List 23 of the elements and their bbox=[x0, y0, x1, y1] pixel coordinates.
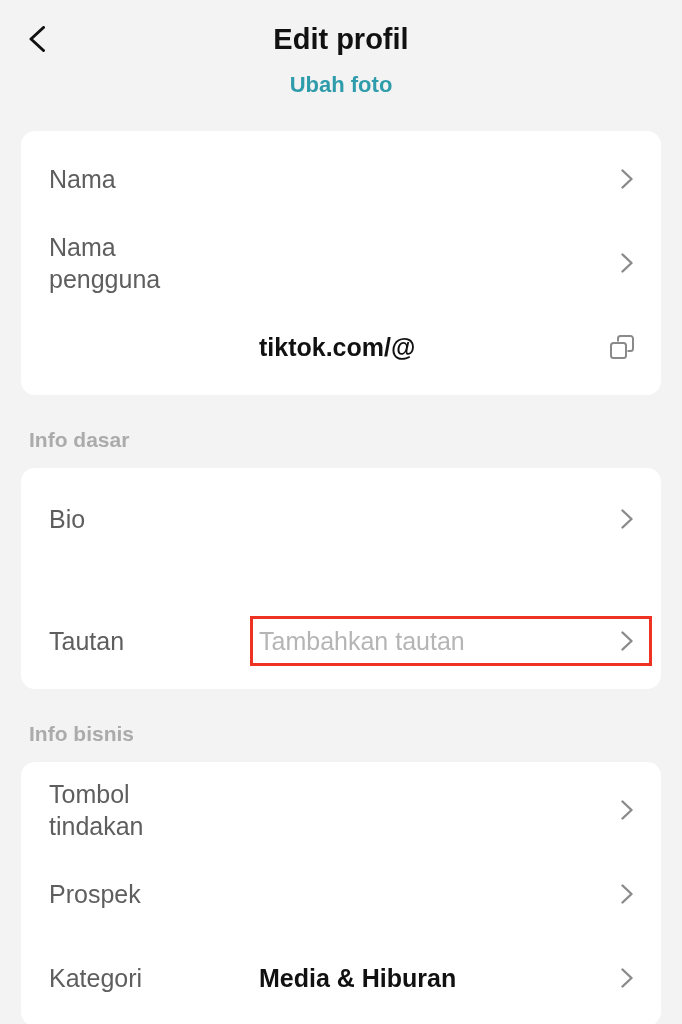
chevron-right-icon[interactable] bbox=[621, 800, 633, 820]
field-value: Media & Hiburan bbox=[259, 963, 457, 994]
chevron-right-icon[interactable] bbox=[621, 509, 633, 529]
section-heading: Info bisnis bbox=[28, 721, 134, 747]
chevron-right-icon[interactable] bbox=[621, 253, 633, 273]
chevron-right-icon[interactable] bbox=[621, 631, 633, 651]
chevron-right-icon[interactable] bbox=[621, 169, 633, 189]
back-icon[interactable] bbox=[28, 26, 46, 52]
field-label: Nama bbox=[49, 164, 117, 195]
section-heading: Info dasar bbox=[28, 427, 130, 453]
field-label: Tautan bbox=[49, 626, 126, 657]
profile-url: tiktok.com/@ bbox=[259, 332, 416, 363]
page-title: Edit profil bbox=[273, 22, 409, 57]
chevron-right-icon[interactable] bbox=[621, 884, 633, 904]
field-label: Prospek bbox=[49, 879, 142, 910]
field-label: Nama pengguna bbox=[49, 232, 162, 295]
field-label: Tombol tindakan bbox=[49, 779, 145, 842]
field-label: Kategori bbox=[49, 963, 144, 994]
chevron-right-icon[interactable] bbox=[621, 968, 633, 988]
change-photo-link[interactable]: Ubah foto bbox=[289, 72, 393, 98]
copy-icon[interactable] bbox=[610, 335, 634, 359]
add-link-prompt: Tambahkan tautan bbox=[259, 626, 465, 657]
field-label: Bio bbox=[49, 504, 87, 535]
